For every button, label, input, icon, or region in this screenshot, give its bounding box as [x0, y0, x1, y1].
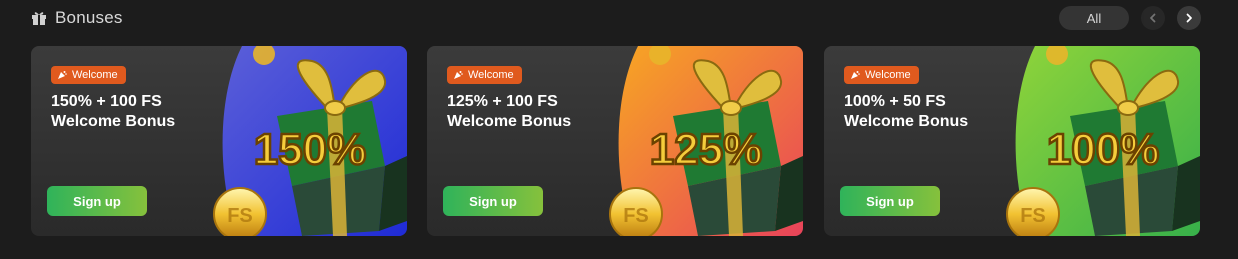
bonus-title: 150% + 100 FS Welcome Bonus	[51, 92, 251, 132]
bonus-art: FS 100%	[1000, 46, 1200, 236]
welcome-badge: Welcome	[447, 66, 522, 84]
sign-up-button[interactable]: Sign up	[47, 186, 147, 216]
all-button[interactable]: All	[1059, 6, 1129, 30]
svg-text:FS: FS	[1020, 205, 1046, 227]
sign-up-button[interactable]: Sign up	[443, 186, 543, 216]
bonus-card-1[interactable]: FS 150% Welcome 150% + 100 FS Welcome Bo…	[31, 46, 407, 236]
gift-icon	[31, 10, 47, 26]
bonus-title-line1: 100% + 50 FS	[844, 93, 946, 110]
svg-text:FS: FS	[227, 205, 253, 227]
carousel-next-button[interactable]	[1177, 6, 1201, 30]
bonus-art: FS 125%	[603, 46, 803, 236]
section-title: Bonuses	[55, 8, 123, 27]
confetti-icon	[850, 70, 860, 80]
bonus-cards: FS 150% Welcome 150% + 100 FS Welcome Bo…	[31, 46, 1201, 236]
welcome-badge: Welcome	[51, 66, 126, 84]
bonus-title: 100% + 50 FS Welcome Bonus	[844, 92, 1044, 132]
chevron-right-icon	[1186, 13, 1192, 23]
bonus-title-line2: Welcome Bonus	[447, 113, 572, 130]
sign-up-button[interactable]: Sign up	[840, 186, 940, 216]
svg-text:150%: 150%	[254, 125, 367, 174]
badge-label: Welcome	[468, 69, 514, 81]
badge-label: Welcome	[72, 69, 118, 81]
section-title-wrap: Bonuses	[31, 6, 123, 30]
bonus-title-line1: 150% + 100 FS	[51, 93, 162, 110]
badge-label: Welcome	[865, 69, 911, 81]
svg-text:FS: FS	[623, 205, 649, 227]
confetti-icon	[453, 70, 463, 80]
bonus-title-line2: Welcome Bonus	[844, 113, 969, 130]
bonus-card-3[interactable]: FS 100% Welcome 100% + 50 FS Welcome Bon…	[824, 46, 1200, 236]
chevron-left-icon	[1150, 13, 1156, 23]
carousel-prev-button[interactable]	[1141, 6, 1165, 30]
bonus-title-line1: 125% + 100 FS	[447, 93, 558, 110]
bonus-title: 125% + 100 FS Welcome Bonus	[447, 92, 647, 132]
bonus-title-line2: Welcome Bonus	[51, 113, 176, 130]
bonus-art: FS 150%	[207, 46, 407, 236]
bonus-card-2[interactable]: FS 125% Welcome 125% + 100 FS Welcome Bo…	[427, 46, 803, 236]
welcome-badge: Welcome	[844, 66, 919, 84]
svg-text:125%: 125%	[650, 125, 763, 174]
confetti-icon	[57, 70, 67, 80]
bonuses-header: Bonuses All	[31, 6, 1201, 30]
svg-text:100%: 100%	[1047, 125, 1160, 174]
